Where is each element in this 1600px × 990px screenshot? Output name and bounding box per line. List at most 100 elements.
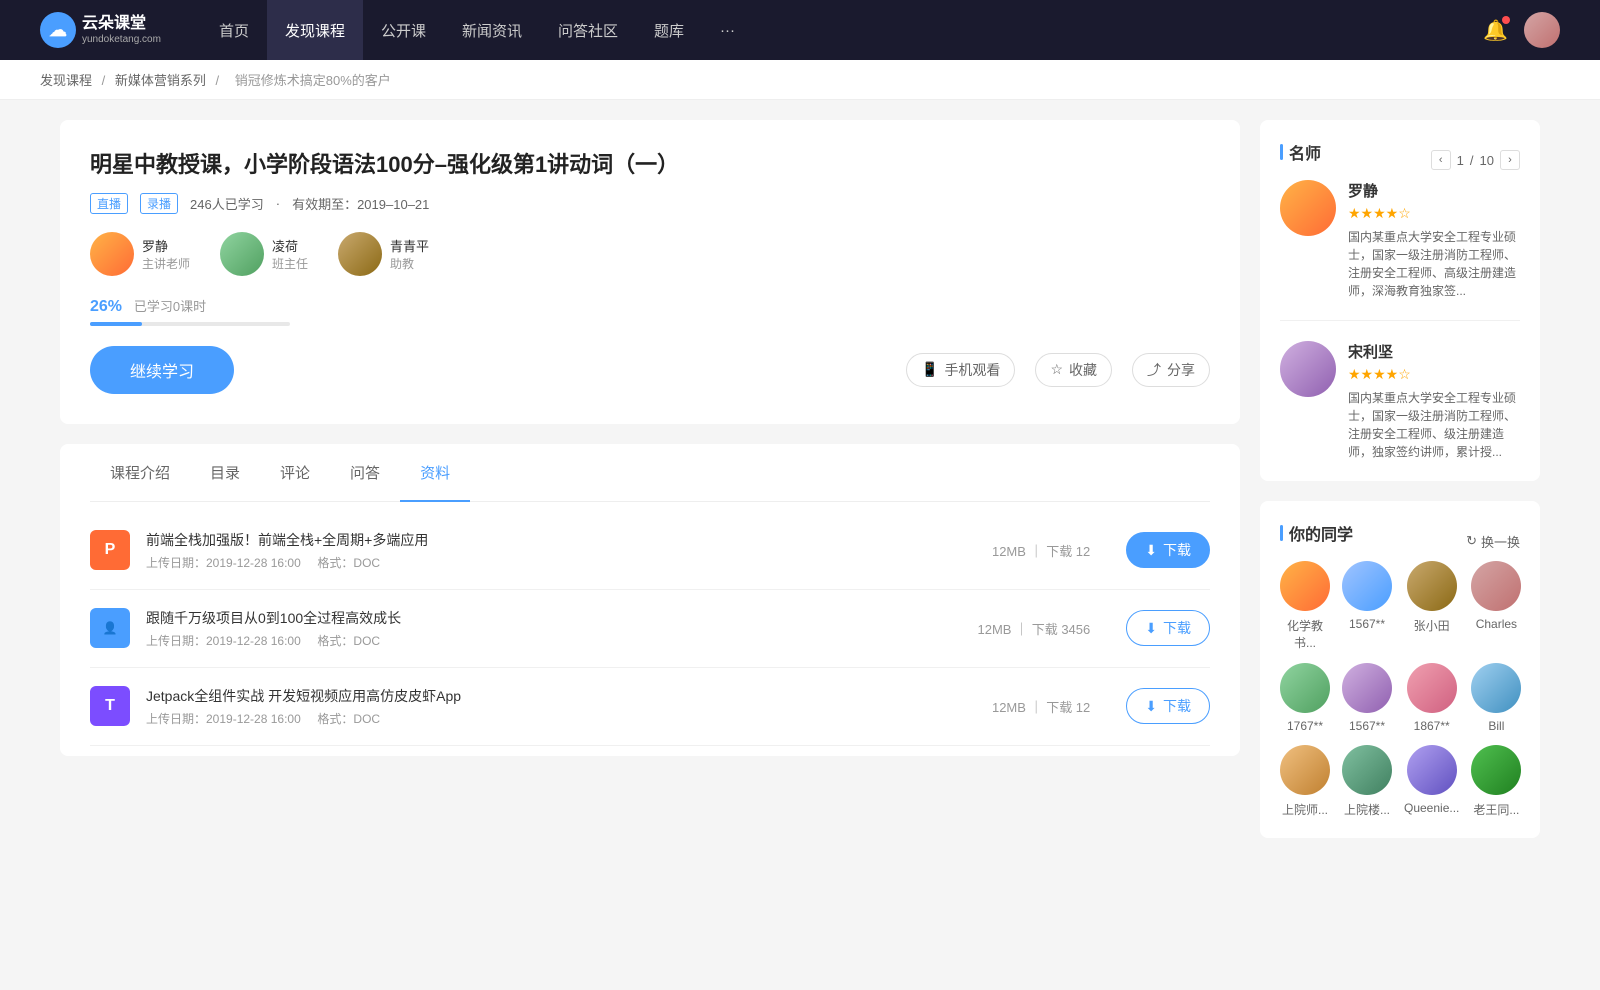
resource-meta-0: 上传日期：2019-12-28 16:00 格式：DOC xyxy=(146,554,956,571)
progress-text: 26% 已学习0课时 xyxy=(90,296,1210,316)
classmate-item: 上院师... xyxy=(1280,745,1330,818)
teacher-sidebar-0-stars: ★★★★☆ xyxy=(1348,205,1520,222)
resource-item: P 前端全栈加强版！前端全栈+全周期+多端应用 上传日期：2019-12-28 … xyxy=(90,512,1210,590)
resource-icon-1: 👤 xyxy=(90,608,130,648)
resource-stats-1: 12MB ｜ 下载 3456 xyxy=(978,619,1091,638)
teachers-row: 罗静 主讲老师 凌荷 班主任 青青平 助教 xyxy=(90,232,1210,276)
nav-item-home[interactable]: 首页 xyxy=(201,0,267,60)
page-current: 1 xyxy=(1457,153,1464,168)
classmate-avatar[interactable] xyxy=(1407,745,1457,795)
classmate-item: 1567** xyxy=(1342,561,1392,651)
classmate-avatar[interactable] xyxy=(1342,745,1392,795)
nav-item-news[interactable]: 新闻资讯 xyxy=(444,0,540,60)
teacher-sidebar-1-name: 宋利坚 xyxy=(1348,341,1520,362)
teacher-sidebar-0-desc: 国内某重点大学安全工程专业硕士，国家一级注册消防工程师、注册安全工程师、高级注册… xyxy=(1348,228,1520,300)
breadcrumb-item-series[interactable]: 新媒体营销系列 xyxy=(115,73,206,88)
page-total: 10 xyxy=(1480,153,1494,168)
right-sidebar: 名师 ‹ 1 / 10 › 罗静 ★★★★☆ 国内某重点大学安全工程专业硕士，国… xyxy=(1260,120,1540,858)
resource-list: P 前端全栈加强版！前端全栈+全周期+多端应用 上传日期：2019-12-28 … xyxy=(90,502,1210,756)
download-button-0[interactable]: ⬇ 下载 xyxy=(1126,532,1210,568)
teacher-0-info: 罗静 主讲老师 xyxy=(142,236,190,272)
teacher-sidebar-0-name: 罗静 xyxy=(1348,180,1520,201)
progress-section: 26% 已学习0课时 xyxy=(90,296,1210,326)
classmate-avatar[interactable] xyxy=(1342,663,1392,713)
teacher-sidebar-1-info: 宋利坚 ★★★★☆ 国内某重点大学安全工程专业硕士，国家一级注册消防工程师、注册… xyxy=(1348,341,1520,461)
classmate-name: 1767** xyxy=(1287,719,1323,733)
download-button-2[interactable]: ⬇ 下载 xyxy=(1126,688,1210,724)
teachers-title: 名师 xyxy=(1280,140,1321,164)
teacher-sidebar-1: 宋利坚 ★★★★☆ 国内某重点大学安全工程专业硕士，国家一级注册消防工程师、注册… xyxy=(1280,341,1520,461)
logo-text: 云朵课堂 yundoketang.com xyxy=(82,14,161,45)
main-layout: 明星中教授课，小学阶段语法100分–强化级第1讲动词（一） 直播 录播 246人… xyxy=(20,100,1580,878)
classmate-name: 上院师... xyxy=(1282,801,1328,818)
resource-info-0: 前端全栈加强版！前端全栈+全周期+多端应用 上传日期：2019-12-28 16… xyxy=(146,530,956,571)
classmate-item: 1867** xyxy=(1404,663,1459,733)
progress-pct: 26% xyxy=(90,298,122,315)
continue-button[interactable]: 继续学习 xyxy=(90,346,234,394)
classmate-avatar[interactable] xyxy=(1471,561,1521,611)
teacher-sidebar-0-avatar xyxy=(1280,180,1336,236)
teacher-0-role: 主讲老师 xyxy=(142,255,190,272)
valid-until: · xyxy=(276,196,280,211)
nav-item-qa[interactable]: 问答社区 xyxy=(540,0,636,60)
classmate-avatar[interactable] xyxy=(1342,561,1392,611)
action-row: 继续学习 📱 手机观看 ☆ 收藏 ⤴ 分享 xyxy=(90,346,1210,394)
resource-info-1: 跟随千万级项目从0到100全过程高效成长 上传日期：2019-12-28 16:… xyxy=(146,608,942,649)
tab-catalog[interactable]: 目录 xyxy=(190,444,260,501)
tab-comments[interactable]: 评论 xyxy=(260,444,330,501)
classmate-item: 1567** xyxy=(1342,663,1392,733)
download-button-1[interactable]: ⬇ 下载 xyxy=(1126,610,1210,646)
resource-name-0: 前端全栈加强版！前端全栈+全周期+多端应用 xyxy=(146,530,956,550)
teacher-sidebar-1-avatar xyxy=(1280,341,1336,397)
next-page-button[interactable]: › xyxy=(1500,150,1520,170)
resource-icon-2: T xyxy=(90,686,130,726)
teacher-1-name: 凌荷 xyxy=(272,236,308,255)
mobile-watch-button[interactable]: 📱 手机观看 xyxy=(906,353,1015,387)
classmate-avatar[interactable] xyxy=(1407,663,1457,713)
teacher-0: 罗静 主讲老师 xyxy=(90,232,190,276)
nav-item-open[interactable]: 公开课 xyxy=(363,0,444,60)
breadcrumb-sep1: / xyxy=(102,73,109,88)
teacher-1-info: 凌荷 班主任 xyxy=(272,236,308,272)
nav-item-discover[interactable]: 发现课程 xyxy=(267,0,363,60)
bell-icon[interactable]: 🔔 xyxy=(1483,18,1508,43)
tag-record: 录播 xyxy=(140,193,178,214)
logo[interactable]: ☁ 云朵课堂 yundoketang.com xyxy=(40,12,161,48)
teacher-0-avatar xyxy=(90,232,134,276)
prev-page-button[interactable]: ‹ xyxy=(1431,150,1451,170)
nav-item-more[interactable]: ··· xyxy=(702,0,753,60)
progress-bar-bg xyxy=(90,322,290,326)
progress-bar-fill xyxy=(90,322,142,326)
refresh-icon: ↻ xyxy=(1466,533,1477,549)
classmates-card-header: 你的同学 ↻ 换一换 xyxy=(1280,521,1520,561)
classmate-name: 上院楼... xyxy=(1344,801,1390,818)
classmate-avatar[interactable] xyxy=(1407,561,1457,611)
page-sep: / xyxy=(1470,153,1474,168)
classmate-avatar[interactable] xyxy=(1280,663,1330,713)
classmate-name: 1867** xyxy=(1414,719,1450,733)
classmate-avatar[interactable] xyxy=(1471,663,1521,713)
classmate-item: 化学教书... xyxy=(1280,561,1330,651)
share-button[interactable]: ⤴ 分享 xyxy=(1132,353,1210,387)
tab-resources[interactable]: 资料 xyxy=(400,444,470,501)
collect-button[interactable]: ☆ 收藏 xyxy=(1035,353,1112,387)
breadcrumb-item-discover[interactable]: 发现课程 xyxy=(40,73,92,88)
teacher-sidebar-0: 罗静 ★★★★☆ 国内某重点大学安全工程专业硕士，国家一级注册消防工程师、注册安… xyxy=(1280,180,1520,321)
teacher-sidebar-0-info: 罗静 ★★★★☆ 国内某重点大学安全工程专业硕士，国家一级注册消防工程师、注册安… xyxy=(1348,180,1520,300)
breadcrumb-sep2: / xyxy=(216,73,223,88)
classmate-name: 张小田 xyxy=(1414,617,1450,634)
classmate-item: Queenie... xyxy=(1404,745,1459,818)
navbar: ☁ 云朵课堂 yundoketang.com 首页 发现课程 公开课 新闻资讯 … xyxy=(0,0,1600,60)
nav-item-quiz[interactable]: 题库 xyxy=(636,0,702,60)
classmate-avatar[interactable] xyxy=(1280,561,1330,611)
student-count: 246人已学习 xyxy=(190,194,264,213)
star-icon: ☆ xyxy=(1050,361,1063,378)
classmate-avatar[interactable] xyxy=(1471,745,1521,795)
teacher-0-name: 罗静 xyxy=(142,236,190,255)
refresh-button[interactable]: ↻ 换一换 xyxy=(1466,532,1520,551)
user-avatar[interactable] xyxy=(1524,12,1560,48)
tab-qa[interactable]: 问答 xyxy=(330,444,400,501)
tab-intro[interactable]: 课程介绍 xyxy=(90,444,190,501)
classmate-avatar[interactable] xyxy=(1280,745,1330,795)
classmate-item: 老王同... xyxy=(1471,745,1521,818)
